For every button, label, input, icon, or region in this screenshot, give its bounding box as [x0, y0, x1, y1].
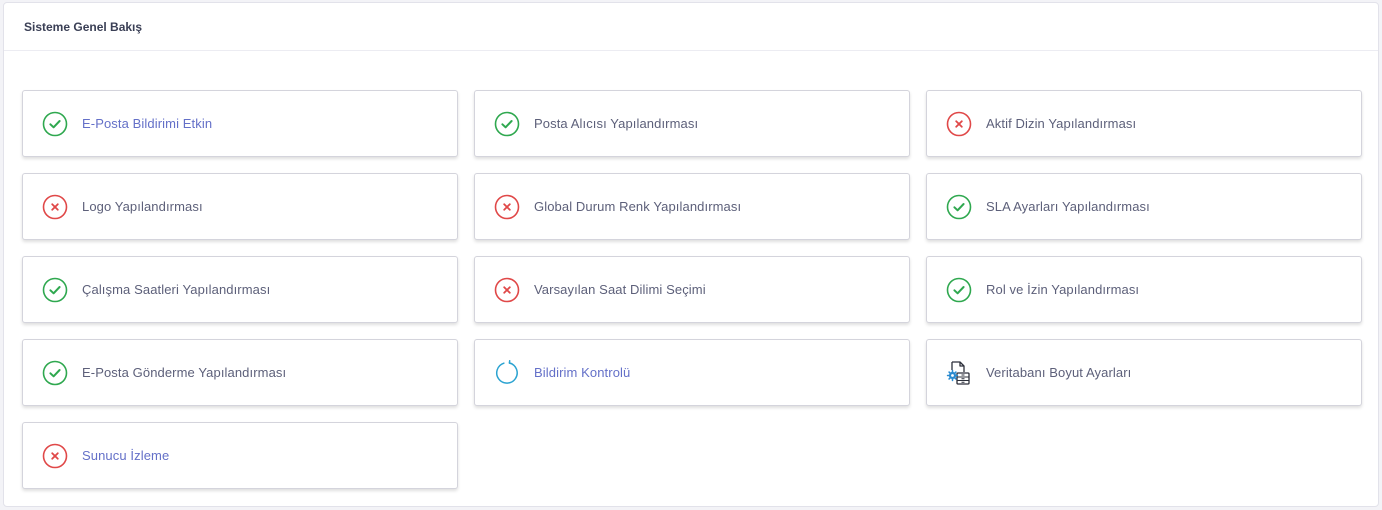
card-active-directory-config[interactable]: Aktif Dizin Yapılandırması — [926, 90, 1362, 157]
card-email-notification-enabled[interactable]: E-Posta Bildirimi Etkin — [22, 90, 458, 157]
x-circle-icon — [494, 194, 520, 220]
check-circle-icon — [946, 277, 972, 303]
card-label: Global Durum Renk Yapılandırması — [534, 199, 742, 214]
card-server-monitoring[interactable]: Sunucu İzleme — [22, 422, 458, 489]
panel-title: Sisteme Genel Bakış — [24, 19, 143, 34]
check-circle-icon — [42, 277, 68, 303]
card-label: SLA Ayarları Yapılandırması — [986, 199, 1150, 214]
x-circle-icon — [42, 194, 68, 220]
card-default-timezone-selection[interactable]: Varsayılan Saat Dilimi Seçimi — [474, 256, 910, 323]
card-label: Çalışma Saatleri Yapılandırması — [82, 282, 271, 297]
check-circle-icon — [42, 111, 68, 137]
card-label: Posta Alıcısı Yapılandırması — [534, 116, 699, 131]
status-card-grid: E-Posta Bildirimi Etkin Posta Alıcısı Ya… — [22, 90, 1362, 489]
check-circle-icon — [494, 111, 520, 137]
x-circle-icon — [494, 277, 520, 303]
system-overview-panel: Sisteme Genel Bakış E-Posta Bildirimi Et… — [3, 2, 1379, 507]
card-mail-recipient-config[interactable]: Posta Alıcısı Yapılandırması — [474, 90, 910, 157]
panel-header: Sisteme Genel Bakış — [4, 3, 1378, 51]
card-global-status-color-config[interactable]: Global Durum Renk Yapılandırması — [474, 173, 910, 240]
check-circle-icon — [42, 360, 68, 386]
card-label: Veritabanı Boyut Ayarları — [986, 365, 1132, 380]
x-circle-icon — [946, 111, 972, 137]
card-sla-settings-config[interactable]: SLA Ayarları Yapılandırması — [926, 173, 1362, 240]
x-circle-icon — [42, 443, 68, 469]
card-label: E-Posta Gönderme Yapılandırması — [82, 365, 287, 380]
card-label: Sunucu İzleme — [82, 448, 170, 463]
database-settings-icon — [946, 360, 972, 386]
card-role-permission-config[interactable]: Rol ve İzin Yapılandırması — [926, 256, 1362, 323]
check-circle-icon — [946, 194, 972, 220]
card-working-hours-config[interactable]: Çalışma Saatleri Yapılandırması — [22, 256, 458, 323]
card-label: Varsayılan Saat Dilimi Seçimi — [534, 282, 706, 297]
card-label: Bildirim Kontrolü — [534, 365, 631, 380]
refresh-icon — [494, 359, 520, 386]
card-label: E-Posta Bildirimi Etkin — [82, 116, 213, 131]
card-database-size-settings[interactable]: Veritabanı Boyut Ayarları — [926, 339, 1362, 406]
card-label: Rol ve İzin Yapılandırması — [986, 282, 1140, 297]
card-logo-config[interactable]: Logo Yapılandırması — [22, 173, 458, 240]
card-notification-check[interactable]: Bildirim Kontrolü — [474, 339, 910, 406]
card-label: Aktif Dizin Yapılandırması — [986, 116, 1137, 131]
card-label: Logo Yapılandırması — [82, 199, 203, 214]
card-email-sending-config[interactable]: E-Posta Gönderme Yapılandırması — [22, 339, 458, 406]
